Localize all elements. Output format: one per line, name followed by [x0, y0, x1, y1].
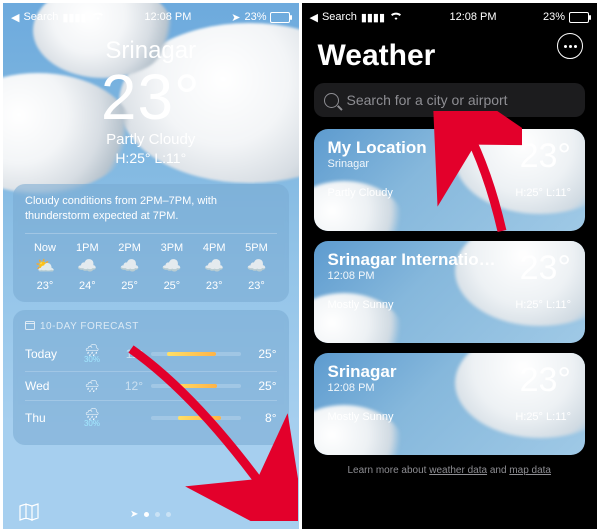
hourly-forecast-card[interactable]: Cloudy conditions from 2PM–7PM, with thu… [13, 184, 289, 302]
battery-icon [569, 12, 589, 23]
status-bar: ◀ Search ▮▮▮▮ 12:08 PM ➤ 23% [3, 3, 299, 31]
signal-icon: ▮▮▮▮ [62, 11, 86, 24]
more-menu-button[interactable] [557, 33, 583, 59]
hourly-cell: 5PM☁️23° [236, 242, 276, 292]
location-card[interactable]: Srinagar12:08 PM 23° Mostly SunnyH:25° L… [314, 353, 586, 455]
wifi-icon [91, 11, 105, 24]
learn-more-footer: Learn more about weather data and map da… [302, 465, 598, 476]
battery-percent: 23% [543, 11, 565, 23]
forecast-header: 10-DAY FORECAST [25, 320, 277, 333]
weather-data-link[interactable]: weather data [429, 465, 487, 476]
forecast-summary: Cloudy conditions from 2PM–7PM, with thu… [25, 194, 277, 234]
page-title: Weather [302, 31, 598, 83]
weather-list-screen: ◀ Search ▮▮▮▮ 12:08 PM 23% Weather Searc… [302, 3, 598, 529]
back-search-icon[interactable]: ◀ [11, 11, 19, 24]
wifi-icon [389, 11, 403, 24]
hourly-cell: 2PM☁️25° [110, 242, 150, 292]
search-icon [324, 93, 339, 108]
status-time: 12:08 PM [449, 11, 496, 23]
location-indicator-icon: ➤ [231, 11, 240, 24]
annotation-arrow [123, 341, 298, 521]
hourly-cell: 4PM☁️23° [194, 242, 234, 292]
weather-detail-screen: ◀ Search ▮▮▮▮ 12:08 PM ➤ 23% Srinagar 23… [3, 3, 299, 529]
battery-percent: 23% [244, 11, 266, 23]
hourly-cell: 1PM☁️24° [67, 242, 107, 292]
location-card[interactable]: Srinagar Internatio…12:08 PM 23° Mostly … [314, 241, 586, 343]
hourly-cell: Now⛅23° [25, 242, 65, 292]
map-data-link[interactable]: map data [509, 465, 551, 476]
battery-icon [270, 12, 290, 23]
status-search-label[interactable]: Search [23, 11, 58, 23]
hourly-row[interactable]: Now⛅23°1PM☁️24°2PM☁️25°3PM☁️25°4PM☁️23°5… [25, 242, 277, 292]
annotation-arrow [432, 111, 522, 241]
map-icon[interactable] [19, 503, 39, 526]
hourly-cell: 3PM☁️25° [152, 242, 192, 292]
status-time: 12:08 PM [144, 11, 191, 23]
back-search-icon[interactable]: ◀ [310, 11, 318, 24]
current-condition: Partly Cloudy [3, 131, 299, 148]
status-bar: ◀ Search ▮▮▮▮ 12:08 PM 23% [302, 3, 598, 31]
status-search-label[interactable]: Search [322, 11, 357, 23]
search-placeholder: Search for a city or airport [347, 92, 508, 108]
signal-icon: ▮▮▮▮ [361, 11, 385, 24]
high-low: H:25° L:11° [3, 150, 299, 166]
weather-hero: Srinagar 23° Partly Cloudy H:25° L:11° [3, 31, 299, 176]
current-temperature: 23° [3, 65, 299, 129]
calendar-icon [25, 320, 35, 333]
